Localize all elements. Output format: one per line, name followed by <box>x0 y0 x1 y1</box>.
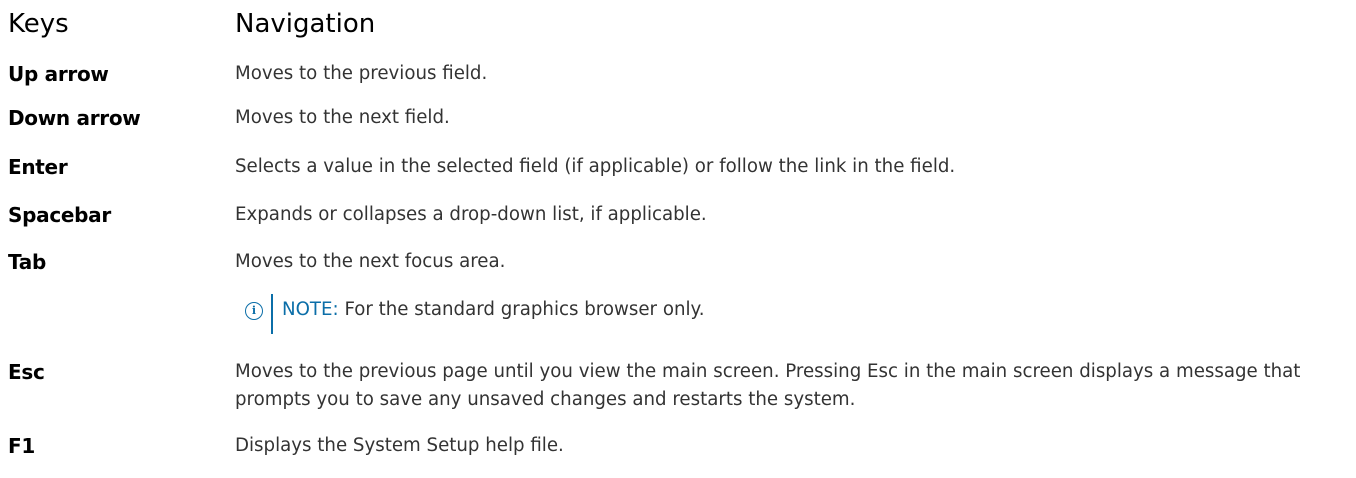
note-body: For the standard graphics browser only. <box>338 299 705 320</box>
key-name: Esc <box>8 360 45 384</box>
key-description: Selects a value in the selected field (i… <box>235 156 956 177</box>
key-name: Spacebar <box>8 203 111 227</box>
key-description: Moves to the next field. <box>235 107 450 128</box>
note-text: NOTE: For the standard graphics browser … <box>282 296 704 324</box>
navigation-column-header: Navigation <box>235 9 376 39</box>
note-callout: i NOTE: For the standard graphics browse… <box>245 294 1145 334</box>
note-label: NOTE: <box>282 299 339 320</box>
key-name: F1 <box>8 434 35 458</box>
key-description: Moves to the previous field. <box>235 63 488 84</box>
key-description: Expands or collapses a drop-down list, i… <box>235 204 707 225</box>
key-name: Down arrow <box>8 106 141 130</box>
navigation-keys-table: Keys Navigation Up arrow Moves to the pr… <box>0 0 1356 478</box>
info-icon: i <box>245 302 263 320</box>
key-description: Moves to the previous page until you vie… <box>235 361 1301 410</box>
note-divider <box>271 294 273 334</box>
key-name: Up arrow <box>8 62 109 86</box>
key-description: Moves to the next focus area. <box>235 251 506 272</box>
key-description: Displays the System Setup help file. <box>235 435 564 456</box>
table-header: Keys Navigation <box>0 4 1356 44</box>
key-name: Tab <box>8 250 46 274</box>
key-name: Enter <box>8 155 68 179</box>
keys-column-header: Keys <box>8 9 69 39</box>
